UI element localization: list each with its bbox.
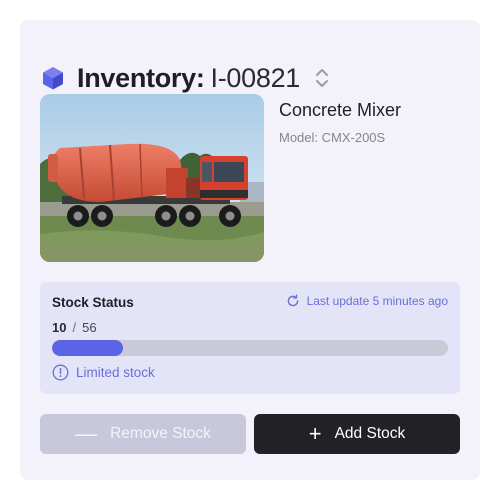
item-id: I-00821: [210, 62, 301, 93]
stock-total: 56: [82, 320, 97, 335]
card-header: Inventory: I-00821: [40, 58, 330, 98]
remove-stock-label: Remove Stock: [110, 425, 211, 442]
limited-stock-text: Limited stock: [76, 365, 155, 380]
stock-count: 10 / 56: [52, 320, 97, 335]
last-update[interactable]: Last update 5 minutes ago: [286, 294, 448, 308]
stock-progress-fill: [52, 340, 123, 356]
limited-stock-warning: Limited stock: [52, 364, 155, 381]
sort-icon[interactable]: [314, 66, 330, 90]
cube-icon: [43, 67, 63, 90]
add-stock-button[interactable]: + Add Stock: [254, 414, 460, 454]
stock-status-panel: Stock Status Last update 5 minutes ago 1…: [40, 282, 460, 394]
stock-separator: /: [72, 320, 77, 335]
stock-progress-bar: [52, 340, 448, 356]
stock-status-label: Stock Status: [52, 295, 134, 310]
stock-current: 10: [52, 320, 67, 335]
add-stock-label: Add Stock: [334, 425, 406, 442]
last-update-text: Last update 5 minutes ago: [306, 294, 448, 308]
title-label: Inventory:: [77, 62, 205, 93]
remove-stock-button[interactable]: — Remove Stock: [40, 414, 246, 454]
info-icon: [52, 364, 69, 381]
page-title: Inventory: I-00821: [77, 63, 300, 94]
plus-icon: +: [308, 421, 322, 446]
product-image: [40, 94, 264, 262]
product-model: Model: CMX-200S: [279, 130, 386, 145]
refresh-icon[interactable]: [286, 294, 300, 308]
product-name: Concrete Mixer: [279, 100, 402, 120]
inventory-card: Inventory: I-00821 Concrete Mixer Model:…: [20, 20, 480, 480]
minus-icon: —: [75, 421, 98, 446]
